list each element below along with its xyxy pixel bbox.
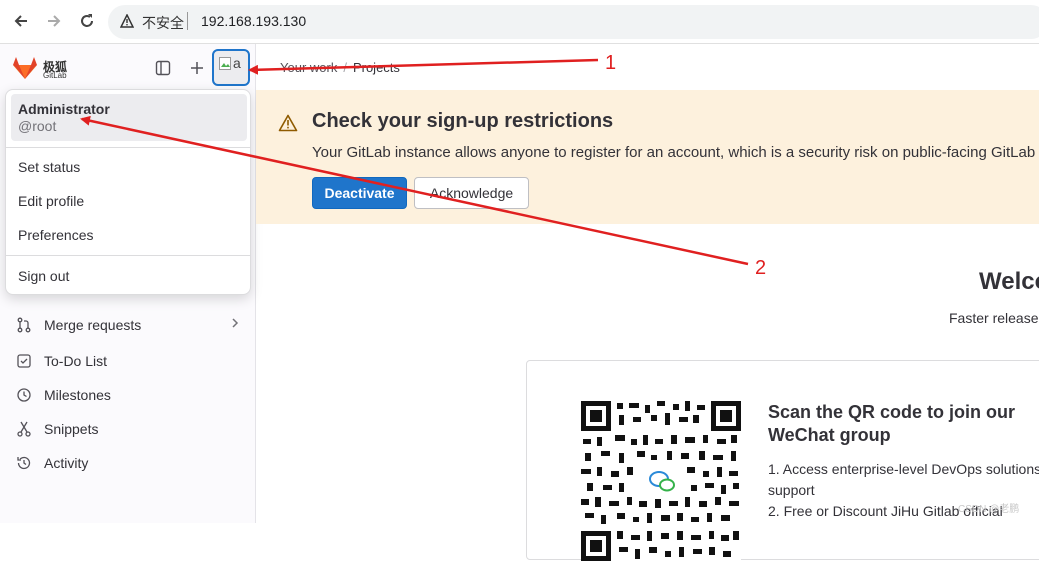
breadcrumb: Your work / Projects	[280, 60, 400, 75]
annotation-label-2: 2	[755, 257, 767, 279]
main-content: Your work / Projects Check your sign-up re…	[256, 44, 1039, 561]
qr-code-image	[581, 401, 741, 561]
chevron-right-icon	[230, 317, 240, 332]
broken-image-icon	[219, 57, 231, 72]
preferences-item[interactable]: Preferences	[18, 227, 93, 243]
gitlab-logo[interactable]	[12, 56, 38, 80]
sidebar-item-activity[interactable]: Activity	[8, 447, 248, 479]
wechat-card: Scan the QR code to join our WeChat grou…	[526, 360, 1039, 561]
warning-icon	[278, 114, 298, 132]
sidebar-item-milestones[interactable]: Milestones	[8, 379, 248, 411]
forward-icon[interactable]	[41, 8, 67, 34]
welcome-title: Welco	[979, 268, 1039, 295]
list-item: 1. Access enterprise-level DevOps soluti…	[768, 461, 1039, 498]
avatar-alt-text: a	[233, 55, 241, 71]
sidebar-item-label: Merge requests	[44, 317, 142, 333]
sidebar-item-label: To-Do List	[44, 353, 108, 369]
back-icon[interactable]	[8, 8, 34, 34]
sign-out-item[interactable]: Sign out	[18, 268, 69, 284]
breadcrumb-current[interactable]: Projects	[353, 60, 400, 75]
user-name: Administrator	[18, 101, 110, 117]
user-menu-dropdown: Administrator @root Set status Edit prof…	[5, 89, 251, 295]
sidebar-item-snippets[interactable]: Snippets	[8, 413, 248, 445]
warning-icon	[120, 14, 134, 28]
plus-icon[interactable]	[186, 57, 208, 79]
merge-request-icon	[14, 315, 34, 335]
security-label: 不安全	[142, 16, 184, 32]
user-avatar-button[interactable]: a	[212, 49, 250, 86]
set-status-item[interactable]: Set status	[18, 159, 80, 175]
annotation-label-1: 1	[605, 52, 617, 74]
sidebar-item-label: Snippets	[44, 421, 99, 437]
sidebar-item-label: Milestones	[44, 387, 111, 403]
browser-toolbar: 不安全 192.168.193.130	[0, 0, 1039, 44]
sidebar-toggle-icon[interactable]	[152, 57, 174, 79]
watermark-text: CSDN @老鹏	[958, 504, 1020, 515]
divider	[6, 147, 250, 148]
acknowledge-button[interactable]: Acknowledge	[414, 177, 529, 209]
divider	[187, 12, 188, 30]
url-text[interactable]: 192.168.193.130	[201, 13, 306, 29]
user-profile-item[interactable]: Administrator @root	[11, 94, 247, 141]
signup-restrictions-banner: Check your sign-up restrictions Your Git…	[256, 90, 1039, 224]
edit-profile-item[interactable]: Edit profile	[18, 193, 84, 209]
brand-name-en: GitLab	[43, 71, 67, 80]
banner-text: Your GitLab instance allows anyone to re…	[312, 144, 1036, 161]
breadcrumb-parent[interactable]: Your work	[280, 60, 337, 75]
wechat-card-title: Scan the QR code to join our WeChat grou…	[768, 402, 1016, 445]
clock-icon	[14, 385, 34, 405]
snippet-icon	[14, 419, 34, 439]
reload-icon[interactable]	[74, 8, 100, 34]
welcome-subtitle: Faster release	[949, 310, 1039, 326]
sidebar-item-todo[interactable]: To-Do List	[8, 345, 248, 377]
sidebar-item-merge-requests[interactable]: Merge requests	[8, 309, 248, 341]
user-handle: @root	[18, 118, 57, 134]
sidebar-item-label: Activity	[44, 455, 89, 471]
banner-title: Check your sign-up restrictions	[312, 110, 614, 132]
divider	[6, 255, 250, 256]
deactivate-button[interactable]: Deactivate	[312, 177, 407, 209]
history-icon	[14, 453, 34, 473]
todo-icon	[14, 351, 34, 371]
address-bar[interactable]: 不安全 192.168.193.130	[108, 5, 1039, 39]
